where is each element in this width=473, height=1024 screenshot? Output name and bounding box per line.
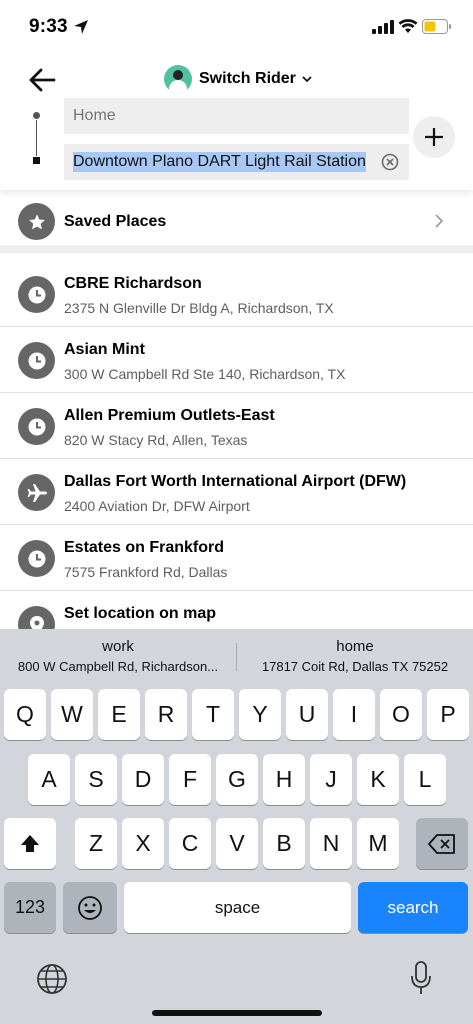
list-item-title: Asian Mint <box>64 341 145 358</box>
key-k[interactable]: K <box>357 754 399 805</box>
list-item-address: 2375 N Glenville Dr Bldg A, Richardson, … <box>64 300 334 316</box>
key-d[interactable]: D <box>122 754 164 805</box>
list-item-title: Set location on map <box>64 605 217 622</box>
status-time: 9:33 <box>29 16 68 37</box>
shift-arrow-icon <box>21 834 39 852</box>
battery-icon <box>422 19 451 34</box>
key-l[interactable]: L <box>404 754 446 805</box>
key-a[interactable]: A <box>28 754 70 805</box>
suggestion-title: home <box>336 638 374 655</box>
suggestion-work[interactable]: work 800 W Campbell Rd, Richardson... <box>0 629 236 685</box>
clear-input-icon[interactable] <box>381 153 399 171</box>
shift-key[interactable] <box>4 818 56 869</box>
add-stop-button[interactable] <box>413 116 455 158</box>
suggestion-title: work <box>102 638 134 655</box>
list-item[interactable]: Estates on Frankford 7575 Frankford Rd, … <box>0 525 473 591</box>
list-item-title: CBRE Richardson <box>64 275 202 292</box>
key-o[interactable]: O <box>380 689 422 740</box>
switch-rider-button[interactable]: Switch Rider <box>164 64 312 94</box>
route-connector <box>36 120 37 156</box>
status-bar: 9:33 <box>0 0 473 56</box>
suggestion-home[interactable]: home 17817 Coit Rd, Dallas TX 75252 <box>237 629 473 685</box>
chevron-down-icon <box>302 76 312 83</box>
key-f[interactable]: F <box>169 754 211 805</box>
suggestion-subtitle: 17817 Coit Rd, Dallas TX 75252 <box>261 659 449 674</box>
key-x[interactable]: X <box>122 818 164 869</box>
clock-icon <box>18 408 55 445</box>
key-s[interactable]: S <box>75 754 117 805</box>
key-c[interactable]: C <box>169 818 211 869</box>
delete-key[interactable] <box>416 818 468 869</box>
key-i[interactable]: I <box>333 689 375 740</box>
space-key[interactable]: space <box>124 882 351 933</box>
key-g[interactable]: G <box>216 754 258 805</box>
key-n[interactable]: N <box>310 818 352 869</box>
location-arrow-icon <box>74 20 88 34</box>
destination-input[interactable]: Downtown Plano DART Light Rail Station <box>64 144 409 180</box>
emoji-icon <box>78 895 102 920</box>
list-item[interactable]: Allen Premium Outlets-East 820 W Stacy R… <box>0 393 473 459</box>
recent-destinations-list: CBRE Richardson 2375 N Glenville Dr Bldg… <box>0 261 473 629</box>
key-p[interactable]: P <box>427 689 469 740</box>
clock-icon <box>18 276 55 313</box>
key-e[interactable]: E <box>98 689 140 740</box>
numbers-key[interactable]: 123 <box>4 882 56 933</box>
pickup-placeholder: Home <box>73 107 116 124</box>
list-item-title: Dallas Fort Worth International Airport … <box>64 473 407 490</box>
list-item-address: 7575 Frankford Rd, Dallas <box>64 564 228 580</box>
switch-rider-label: Switch Rider <box>199 70 296 87</box>
saved-places-row[interactable]: Saved Places <box>0 191 473 253</box>
key-t[interactable]: T <box>192 689 234 740</box>
list-item[interactable]: Dallas Fort Worth International Airport … <box>0 459 473 525</box>
key-r[interactable]: R <box>145 689 187 740</box>
pickup-input[interactable]: Home <box>64 98 409 134</box>
emoji-key[interactable] <box>63 882 117 933</box>
backspace-icon <box>428 833 455 854</box>
list-item-title: Allen Premium Outlets-East <box>64 407 275 424</box>
list-item-address: 300 W Campbell Rd Ste 140, Richardson, T… <box>64 366 346 382</box>
key-y[interactable]: Y <box>239 689 281 740</box>
home-indicator <box>152 1010 322 1016</box>
list-item[interactable]: CBRE Richardson 2375 N Glenville Dr Bldg… <box>0 261 473 327</box>
trip-planner-header: Switch Rider Home Downtown Plano DART Li… <box>0 56 473 190</box>
list-item[interactable]: Asian Mint 300 W Campbell Rd Ste 140, Ri… <box>0 327 473 393</box>
key-b[interactable]: B <box>263 818 305 869</box>
suggestion-subtitle: 800 W Campbell Rd, Richardson... <box>17 659 219 674</box>
key-q[interactable]: Q <box>4 689 46 740</box>
chevron-right-icon <box>435 214 444 228</box>
list-item-address: 2400 Aviation Dr, DFW Airport <box>64 498 250 514</box>
key-j[interactable]: J <box>310 754 352 805</box>
key-z[interactable]: Z <box>75 818 117 869</box>
set-location-on-map-item[interactable]: Set location on map <box>0 591 473 629</box>
star-icon <box>18 203 55 240</box>
avatar <box>164 65 192 93</box>
key-w[interactable]: W <box>51 689 93 740</box>
plus-icon <box>425 128 443 146</box>
clock-icon <box>18 540 55 577</box>
clock-icon <box>18 342 55 379</box>
list-item-address: 820 W Stacy Rd, Allen, Texas <box>64 432 248 448</box>
globe-icon[interactable] <box>36 963 68 995</box>
cellular-signal-icon <box>372 20 394 34</box>
destination-square-icon <box>33 157 40 164</box>
list-item-title: Estates on Frankford <box>64 539 225 556</box>
key-u[interactable]: U <box>286 689 328 740</box>
back-arrow-icon[interactable] <box>28 66 56 94</box>
key-v[interactable]: V <box>216 818 258 869</box>
pin-icon <box>18 606 55 629</box>
destination-value: Downtown Plano DART Light Rail Station <box>73 152 366 172</box>
key-h[interactable]: H <box>263 754 305 805</box>
wifi-icon <box>398 19 418 33</box>
search-key[interactable]: search <box>358 882 468 933</box>
airplane-icon <box>18 474 55 511</box>
keyboard: work 800 W Campbell Rd, Richardson... ho… <box>0 629 473 1024</box>
pickup-dot-icon <box>33 112 40 119</box>
saved-places-label: Saved Places <box>64 213 167 230</box>
key-m[interactable]: M <box>357 818 399 869</box>
microphone-icon[interactable] <box>410 961 432 995</box>
